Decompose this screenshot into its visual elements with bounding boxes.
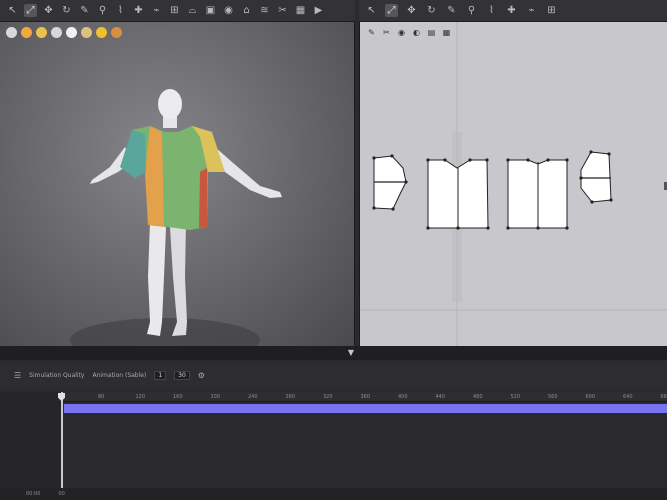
panel-divider[interactable] (0, 346, 667, 360)
edit-icon[interactable]: ✎ (78, 4, 91, 17)
pattern-canvas[interactable] (360, 22, 667, 346)
grid-icon[interactable]: ⊞ (545, 4, 558, 17)
point-icon[interactable]: ⚲ (465, 4, 478, 17)
playhead[interactable] (61, 392, 63, 488)
toolbar-2d: ↖ ⤢ ✥ ↻ ✎ ⚲ ⌇ ✚ ⌁ ⊞ (359, 0, 667, 22)
sim-icon[interactable]: ▶ (312, 4, 325, 17)
ruler-tick: 320 (323, 394, 333, 400)
rectangle-icon[interactable]: ✥ (405, 4, 418, 17)
dart-icon[interactable]: ⌇ (485, 4, 498, 17)
button-icon[interactable]: ◉ (222, 4, 235, 17)
ruler-tick: 400 (398, 394, 408, 400)
pin-icon[interactable]: ⚲ (96, 4, 109, 17)
simulation-quality-label: Simulation Quality (29, 371, 85, 379)
timeline[interactable]: 80 120 160 200 240 280 320 360 400 440 480 520 560 60… (0, 392, 667, 488)
ruler-tick: 640 (623, 394, 633, 400)
polygon-icon[interactable]: ↻ (425, 4, 438, 17)
animation-label: Animation (Sable) (92, 371, 147, 379)
texture-icon[interactable]: ⌁ (525, 4, 538, 17)
rate-field[interactable]: 30 (174, 370, 190, 380)
time-display: 00:00 (26, 491, 41, 497)
ruler-tick: 360 (360, 394, 371, 400)
timeline-status: 00:00 00 (0, 488, 667, 500)
sew-icon[interactable]: ⌁ (150, 4, 163, 17)
ruler-tick: 480 (473, 394, 483, 400)
trim-icon[interactable]: ✂ (276, 4, 289, 17)
pattern-sleeve-right (580, 151, 612, 203)
zipper-icon[interactable]: ⌂ (240, 4, 253, 17)
viewport-2d[interactable]: ✎ ✂ ◉ ◐ ▤ ▦ (359, 22, 667, 346)
fold-icon[interactable]: ⌇ (114, 4, 127, 17)
toolbar-3d: ↖ ⤢ ✥ ↻ ✎ ⚲ ⌇ ✚ ⌁ ⊞ ⌓ ▣ ◉ ⌂ ≋ ✂ ▦ ▶ (0, 0, 355, 22)
frame-display: 00 (58, 491, 65, 497)
shirt-panel-red (199, 168, 207, 228)
transform-icon[interactable]: ⤢ (24, 4, 37, 17)
topstitch-icon[interactable]: ≋ (258, 4, 271, 17)
viewport-3d[interactable] (0, 22, 355, 346)
arrange-icon[interactable]: ▦ (294, 4, 307, 17)
animation-controls: ☰ Simulation Quality Animation (Sable) 1… (0, 364, 667, 386)
curve-icon[interactable]: ✎ (445, 4, 458, 17)
app-window: ↖ ⤢ ✥ ↻ ✎ ⚲ ⌇ ✚ ⌁ ⊞ ⌓ ▣ ◉ ⌂ ≋ ✂ ▦ ▶ ↖ ⤢ ✥ ↻ ✎ ⚲ ⌇ ✚ ⌁ ⊞ ✎ ✂ ◉ ◐ ▤ ▦ (0, 0, 667, 500)
ruler-tick: 80 (98, 394, 105, 400)
measure-icon[interactable]: ⊞ (168, 4, 181, 17)
ruler-tick: 560 (548, 394, 558, 400)
sewing-icon[interactable]: ✚ (505, 4, 518, 17)
timeline-track-list (0, 392, 62, 488)
avatar-head (158, 89, 182, 119)
ruler-tick: 240 (248, 394, 258, 400)
tape-icon[interactable]: ⌓ (186, 4, 199, 17)
graphic-icon[interactable]: ▣ (204, 4, 217, 17)
ruler-tick: 160 (173, 394, 183, 400)
floor-shadow (70, 318, 260, 346)
avatar-scene[interactable] (0, 22, 355, 346)
transform-icon[interactable]: ⤢ (385, 4, 398, 17)
settings-icon[interactable]: ⚙ (198, 371, 205, 380)
collapse-arrow-icon[interactable]: ▼ (346, 349, 356, 357)
timeline-ruler[interactable]: 80 120 160 200 240 280 320 360 400 440 480 520 560 60… (62, 392, 667, 402)
pattern-points (372, 150, 613, 230)
ruler-tick: 520 (510, 394, 521, 400)
ruler-tick: 600 (585, 394, 596, 400)
tack-icon[interactable]: ✚ (132, 4, 145, 17)
ruler-tick: 200 (210, 394, 221, 400)
ruler-tick: 680 (660, 394, 667, 400)
select-icon[interactable]: ↖ (365, 4, 378, 17)
animation-track-bar[interactable] (64, 404, 667, 413)
menu-icon[interactable]: ☰ (14, 371, 21, 380)
rotate-icon[interactable]: ↻ (60, 4, 73, 17)
select-icon[interactable]: ↖ (6, 4, 19, 17)
ruler-tick: 440 (435, 394, 446, 400)
move-icon[interactable]: ✥ (42, 4, 55, 17)
avatar-arm-right (215, 147, 282, 198)
ruler-tick: 280 (285, 394, 296, 400)
speed-field[interactable]: 1 (154, 370, 167, 380)
ruler-tick: 120 (135, 394, 146, 400)
